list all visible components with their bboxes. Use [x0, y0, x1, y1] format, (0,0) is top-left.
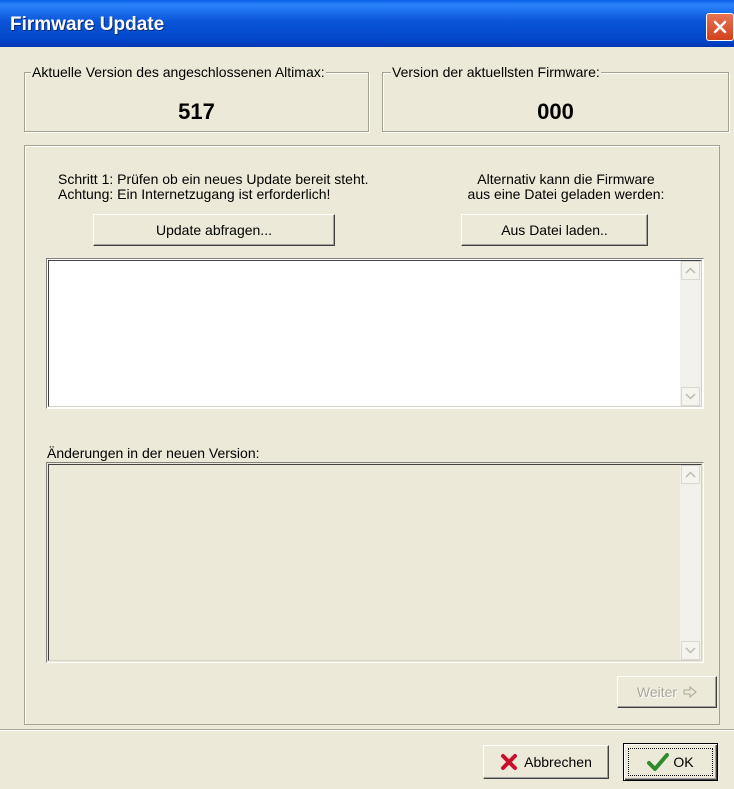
scroll-down-button[interactable] [681, 387, 700, 406]
latest-version-value: 000 [537, 99, 574, 124]
changes-textarea[interactable] [46, 462, 704, 663]
arrow-right-icon [683, 686, 697, 698]
alternative-line2: aus eine Datei geladen werden: [467, 186, 665, 202]
latest-version-group: Version der aktuellsten Firmware: 000 [382, 64, 729, 132]
step1-warning: Achtung: Ein Internetzugang ist erforder… [58, 186, 331, 202]
footer-divider [0, 729, 734, 731]
latest-version-legend: Version der aktuellsten Firmware: [391, 64, 601, 80]
alternative-line1: Alternativ kann die Firmware [477, 171, 655, 187]
changes-label: Änderungen in der neuen Version: [47, 445, 260, 461]
next-button-label: Weiter [636, 684, 678, 700]
scroll-up-button[interactable] [681, 465, 700, 484]
load-from-file-button[interactable]: Aus Datei laden.. [461, 214, 648, 246]
current-version-legend: Aktuelle Version des angeschlossenen Alt… [31, 64, 326, 80]
next-button[interactable]: Weiter [617, 676, 717, 708]
chevron-up-icon [685, 471, 696, 478]
scroll-up-button[interactable] [681, 261, 700, 280]
current-version-value: 517 [178, 99, 215, 124]
scroll-down-button[interactable] [681, 641, 700, 660]
update-log-scrollbar[interactable] [680, 261, 701, 406]
changes-scrollbar[interactable] [680, 465, 701, 660]
current-version-group: Aktuelle Version des angeschlossenen Alt… [24, 64, 369, 132]
step1-instruction: Schritt 1: Prüfen ob ein neues Update be… [58, 171, 369, 187]
chevron-down-icon [685, 647, 696, 654]
firmware-update-dialog: Firmware Update Aktuelle Version des ang… [0, 0, 734, 789]
check-update-button[interactable]: Update abfragen... [93, 214, 335, 246]
close-icon [713, 20, 727, 34]
cancel-button-label: Abbrechen [524, 754, 592, 770]
cancel-button[interactable]: Abbrechen [483, 745, 609, 779]
chevron-up-icon [685, 267, 696, 274]
cancel-x-icon [501, 754, 518, 770]
window-title: Firmware Update [10, 14, 165, 35]
ok-button[interactable]: OK [623, 743, 718, 781]
title-bar[interactable]: Firmware Update [0, 0, 734, 47]
update-log-textarea[interactable] [46, 258, 704, 409]
close-button[interactable] [706, 13, 734, 41]
chevron-down-icon [685, 393, 696, 400]
